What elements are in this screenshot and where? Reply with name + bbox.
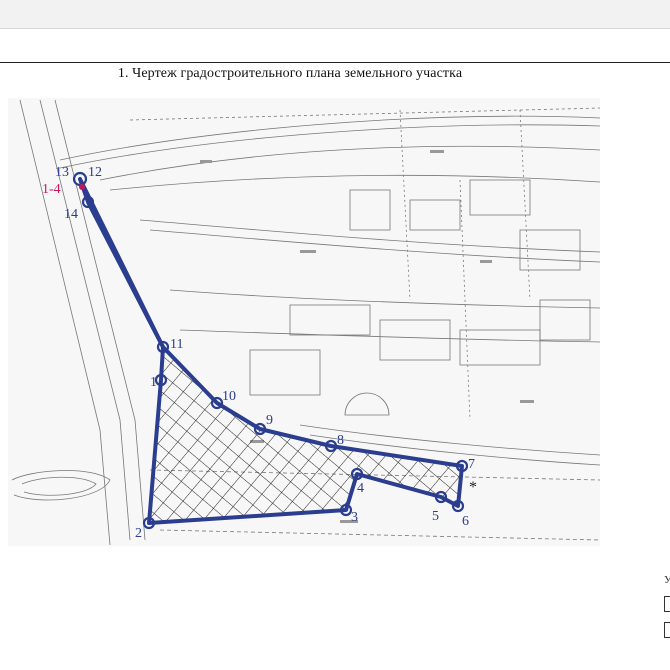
point-label-10: 10: [222, 389, 236, 404]
star-mark: *: [469, 479, 477, 496]
land-plot-map: 1 2 3 4 5 6 7 8 9 10 11 12 13 14 1-4 *: [8, 98, 600, 546]
point-label-8: 8: [337, 433, 344, 448]
point-label-11: 11: [170, 337, 183, 352]
page-title: 1. Чертеж градостроительного плана земел…: [117, 66, 463, 81]
page-divider: [0, 62, 670, 63]
highlight-point-marker: [79, 184, 85, 190]
point-label-13: 13: [55, 165, 69, 180]
point-label-12: 12: [88, 165, 102, 180]
point-label-6: 6: [462, 514, 469, 529]
point-label-5: 5: [432, 509, 439, 524]
point-label-2: 2: [135, 526, 142, 541]
point-label-9: 9: [266, 413, 273, 428]
legend-swatch-red: [664, 596, 670, 612]
top-toolbar-strip: [0, 0, 670, 29]
point-label-1: 1: [150, 375, 157, 390]
point-label-3: 3: [351, 510, 358, 525]
point-label-14: 14: [64, 207, 78, 222]
highlight-label: 1-4: [42, 182, 61, 197]
legend-swatch-blank: [664, 622, 670, 638]
point-label-7: 7: [468, 457, 475, 472]
legend-label: У: [664, 574, 670, 586]
point-label-4: 4: [357, 481, 364, 496]
